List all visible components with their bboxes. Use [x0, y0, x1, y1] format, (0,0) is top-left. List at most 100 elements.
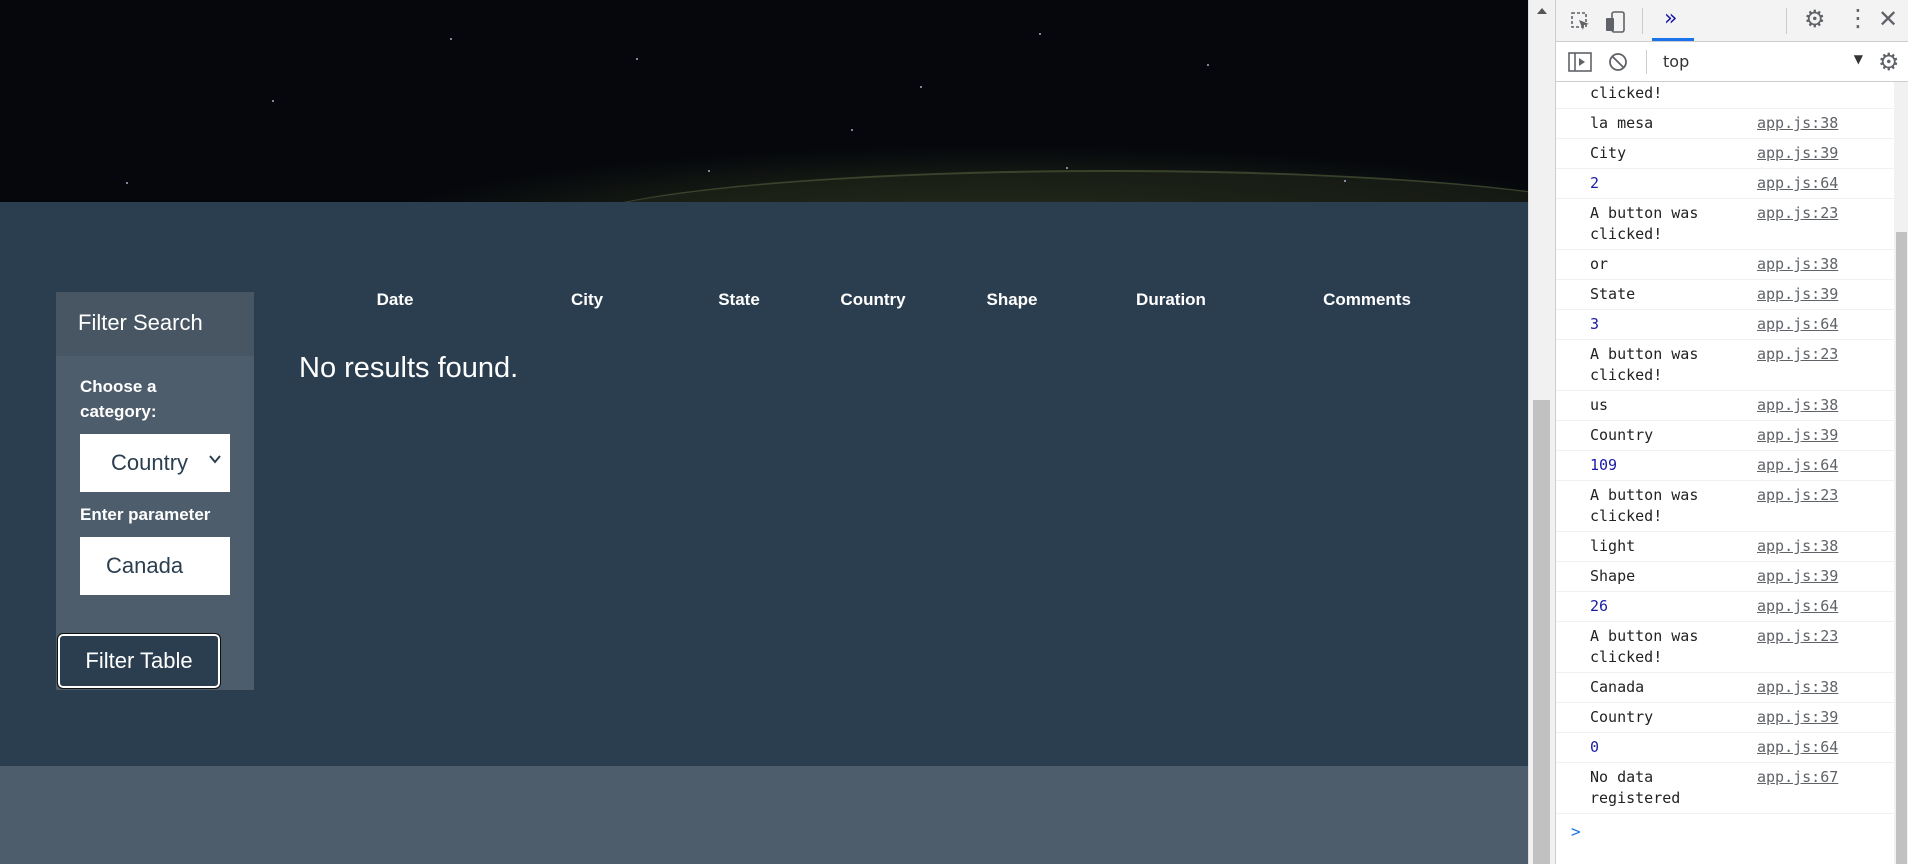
devtools-toolbar: » ⚙ ⋮ ✕	[1556, 0, 1908, 42]
console-message: Canada	[1590, 678, 1645, 696]
close-icon[interactable]: ✕	[1878, 5, 1898, 33]
sidebar-toggle-icon[interactable]	[1568, 52, 1592, 72]
console-message: A button was clicked!	[1590, 486, 1708, 525]
column-header-city: City	[570, 290, 604, 309]
source-link[interactable]: app.js:23	[1757, 203, 1838, 224]
column-header-comments: Comments	[1323, 290, 1411, 309]
console-row: State app.js:39	[1556, 280, 1894, 310]
page-scrollbar[interactable]	[1528, 0, 1555, 864]
page-scrollbar-thumb[interactable]	[1533, 400, 1550, 864]
console-row: 0 app.js:64	[1556, 733, 1894, 763]
source-link[interactable]: app.js:38	[1757, 536, 1838, 557]
console-message: Country	[1590, 708, 1654, 726]
settings-gear-icon[interactable]: ⚙	[1804, 5, 1826, 33]
console-row: Canada app.js:38	[1556, 673, 1894, 703]
console-scrollbar[interactable]	[1894, 82, 1908, 864]
console-message: State	[1590, 285, 1636, 303]
console-settings-icon[interactable]: ⚙	[1878, 48, 1900, 76]
toolbar-divider	[1786, 8, 1787, 34]
devtools-panel: » ⚙ ⋮ ✕ top ▼ ⚙ A button was clicked! app…	[1555, 0, 1908, 864]
console-message: 26	[1590, 597, 1609, 615]
console-row: Country app.js:39	[1556, 421, 1894, 451]
column-header-state: State	[718, 290, 760, 309]
console-message: 109	[1590, 456, 1618, 474]
context-selector-value: top	[1663, 52, 1690, 71]
caret-down-icon: ▼	[1853, 52, 1863, 66]
clear-console-icon[interactable]	[1608, 52, 1628, 72]
console-row: 2 app.js:64	[1556, 169, 1894, 199]
console-row: A button was clicked! app.js:23	[1556, 82, 1894, 109]
column-header-date: Date	[376, 290, 414, 309]
console-row: or app.js:38	[1556, 250, 1894, 280]
console-row: City app.js:39	[1556, 139, 1894, 169]
console-message: City	[1590, 144, 1627, 162]
scroll-up-arrow-icon[interactable]	[1537, 8, 1547, 14]
category-label: Choose a category:	[80, 377, 157, 421]
more-options-icon[interactable]: ⋮	[1846, 4, 1870, 32]
filter-table-button[interactable]: Filter Table	[57, 633, 221, 689]
more-tabs-icon[interactable]: »	[1664, 6, 1677, 31]
console-row: A button was clicked! app.js:23	[1556, 340, 1894, 391]
source-link[interactable]: app.js:39	[1757, 143, 1838, 164]
table-header: Date City State Country Shape Duration C…	[0, 290, 1528, 314]
device-toolbar-icon[interactable]	[1604, 10, 1628, 34]
console-message: Shape	[1590, 567, 1636, 585]
console-message: or	[1590, 255, 1609, 273]
inspect-element-icon[interactable]	[1570, 11, 1592, 33]
source-link[interactable]: app.js:39	[1757, 425, 1838, 446]
main-content: Filter Search Choose a category: Country…	[0, 202, 1528, 766]
source-link[interactable]: app.js:64	[1757, 737, 1838, 758]
console-row: 3 app.js:64	[1556, 310, 1894, 340]
source-link[interactable]: app.js:38	[1757, 395, 1838, 416]
console-row: us app.js:38	[1556, 391, 1894, 421]
console-row: light app.js:38	[1556, 532, 1894, 562]
console-prompt[interactable]: >	[1571, 822, 1894, 841]
web-page: Filter Search Choose a category: Country…	[0, 0, 1528, 864]
parameter-input[interactable]: Canada	[80, 537, 230, 595]
toolbar-divider	[1646, 50, 1647, 74]
console-message: A button was clicked!	[1590, 627, 1708, 666]
source-link[interactable]: app.js:38	[1757, 254, 1838, 275]
console-toolbar: top ▼ ⚙	[1556, 42, 1908, 82]
page-footer	[0, 766, 1528, 864]
earth-horizon	[560, 170, 1528, 202]
source-link[interactable]: app.js:39	[1757, 284, 1838, 305]
source-link[interactable]: app.js:39	[1757, 566, 1838, 587]
hero-banner	[0, 0, 1528, 202]
source-link[interactable]: app.js:38	[1757, 113, 1838, 134]
source-link[interactable]: app.js:64	[1757, 173, 1838, 194]
source-link[interactable]: app.js:23	[1757, 485, 1838, 506]
console-row: 109 app.js:64	[1556, 451, 1894, 481]
console-message: 3	[1590, 315, 1600, 333]
console-log: A button was clicked! app.js:23 la mesa app…	[1556, 82, 1894, 864]
console-row: la mesa app.js:38	[1556, 109, 1894, 139]
source-link[interactable]: app.js:64	[1757, 314, 1838, 335]
source-link[interactable]: app.js:38	[1757, 677, 1838, 698]
source-link[interactable]: app.js:64	[1757, 455, 1838, 476]
console-row: No data registered app.js:67	[1556, 763, 1894, 814]
context-selector[interactable]: top ▼	[1663, 52, 1863, 74]
no-results-message: No results found.	[299, 352, 519, 384]
console-message: A button was clicked!	[1590, 204, 1708, 243]
column-header-country: Country	[840, 290, 906, 309]
source-link[interactable]: app.js:23	[1757, 344, 1838, 365]
column-header-duration: Duration	[1136, 290, 1206, 309]
active-tab-indicator	[1652, 38, 1694, 41]
source-link[interactable]: app.js:23	[1757, 626, 1838, 647]
console-row: A button was clicked! app.js:23	[1556, 199, 1894, 250]
category-select[interactable]: Country	[80, 434, 230, 492]
category-select-value: Country	[111, 450, 189, 475]
console-row: Country app.js:39	[1556, 703, 1894, 733]
console-row: Shape app.js:39	[1556, 562, 1894, 592]
parameter-label: Enter parameter	[80, 505, 211, 524]
source-link[interactable]: app.js:23	[1757, 82, 1838, 83]
source-link[interactable]: app.js:67	[1757, 767, 1838, 788]
source-link[interactable]: app.js:64	[1757, 596, 1838, 617]
console-message: la mesa	[1590, 114, 1654, 132]
console-message: No data registered	[1590, 768, 1681, 807]
console-scrollbar-thumb[interactable]	[1896, 232, 1907, 864]
console-message: A button was clicked!	[1590, 84, 1663, 102]
source-link[interactable]: app.js:39	[1757, 707, 1838, 728]
console-row: 26 app.js:64	[1556, 592, 1894, 622]
toolbar-divider	[1642, 8, 1643, 34]
